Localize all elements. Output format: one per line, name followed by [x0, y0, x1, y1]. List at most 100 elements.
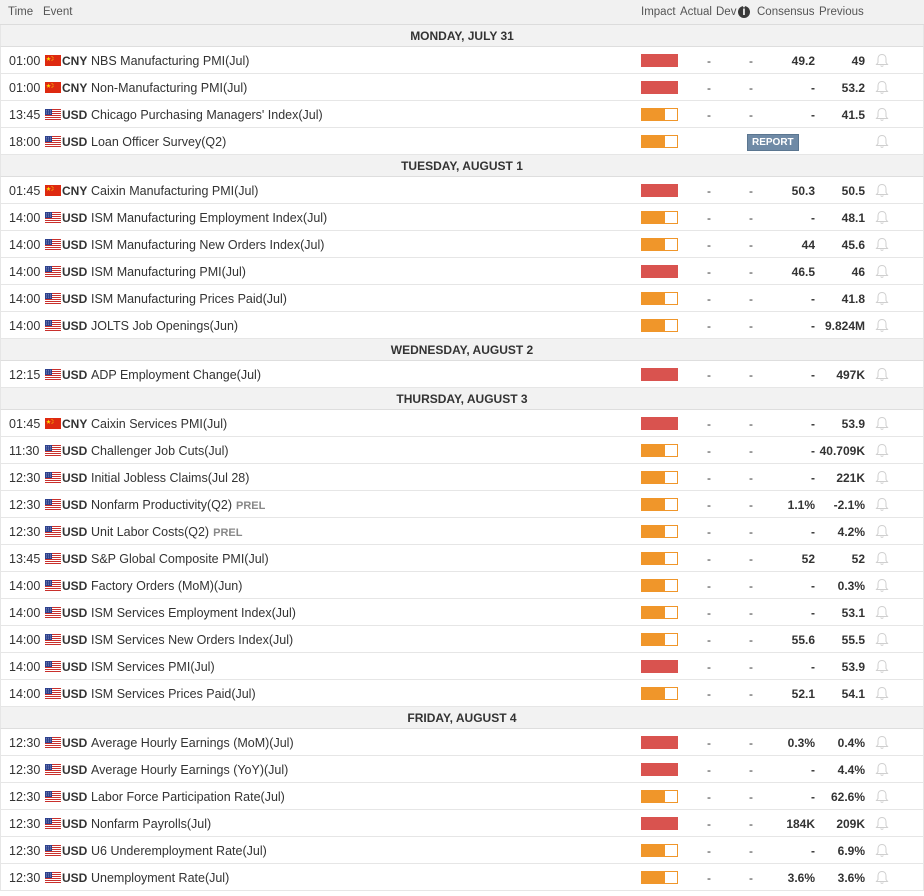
event-name[interactable]: Unemployment Rate(Jul) [91, 871, 229, 885]
event-name[interactable]: ISM Manufacturing Employment Index(Jul) [91, 211, 327, 225]
table-row[interactable]: 12:30 USD U6 Underemployment Rate(Jul) - - - 6… [0, 837, 924, 864]
table-row[interactable]: 12:30 USD Average Hourly Earnings (MoM)(Ju… [0, 729, 924, 756]
table-row[interactable]: 12:30 USD Average Hourly Earnings (YoY)(Ju… [0, 756, 924, 783]
event-title[interactable]: ISM Services PMI(Jul) [91, 660, 215, 674]
event-name[interactable]: Caixin Manufacturing PMI(Jul) [91, 184, 258, 198]
event-name[interactable]: ISM Services Prices Paid(Jul) [91, 687, 256, 701]
bell-icon[interactable] [875, 291, 889, 306]
bell-icon[interactable] [875, 735, 889, 750]
bell-icon[interactable] [875, 578, 889, 593]
table-row[interactable]: 14:00 USD ISM Manufacturing Prices Paid(Ju… [0, 285, 924, 312]
table-row[interactable]: 14:00 USD ISM Manufacturing Employment Ind… [0, 204, 924, 231]
event-name[interactable]: Average Hourly Earnings (MoM)(Jul) [91, 736, 294, 750]
bell-icon[interactable] [875, 210, 889, 225]
event-title[interactable]: Nonfarm Payrolls(Jul) [91, 817, 211, 831]
event-title[interactable]: JOLTS Job Openings(Jun) [91, 319, 238, 333]
bell-icon[interactable] [875, 686, 889, 701]
bell-icon[interactable] [875, 53, 889, 68]
event-title[interactable]: Labor Force Participation Rate(Jul) [91, 790, 285, 804]
table-row[interactable]: 14:00 USD ISM Services New Orders Index(Ju… [0, 626, 924, 653]
table-row[interactable]: 11:30 USD Challenger Job Cuts(Jul) - - -40.70… [0, 437, 924, 464]
bell-icon[interactable] [875, 551, 889, 566]
event-title[interactable]: Average Hourly Earnings (MoM)(Jul) [91, 736, 294, 750]
bell-icon[interactable] [875, 134, 889, 149]
event-title[interactable]: Loan Officer Survey(Q2) [91, 135, 226, 149]
bell-icon[interactable] [875, 843, 889, 858]
event-title[interactable]: ISM Manufacturing Prices Paid(Jul) [91, 292, 287, 306]
table-row[interactable]: 12:30 USD Nonfarm Payrolls(Jul) - - 184K 209K [0, 810, 924, 837]
table-row[interactable]: 12:30 USD Unemployment Rate(Jul) - - 3.6% 3.6% [0, 864, 924, 891]
table-row[interactable]: 12:30 USD Initial Jobless Claims(Jul 28) - -… [0, 464, 924, 491]
bell-icon[interactable] [875, 632, 889, 647]
event-name[interactable]: U6 Underemployment Rate(Jul) [91, 844, 267, 858]
event-name[interactable]: Factory Orders (MoM)(Jun) [91, 579, 242, 593]
table-row[interactable]: 12:15 USD ADP Employment Change(Jul) - - - 497… [0, 361, 924, 388]
bell-icon[interactable] [875, 107, 889, 122]
bell-icon[interactable] [875, 497, 889, 512]
table-row[interactable]: 01:00 CNY Non-Manufacturing PMI(Jul) - - - 53.… [0, 74, 924, 101]
event-name[interactable]: ISM Services Employment Index(Jul) [91, 606, 296, 620]
bell-icon[interactable] [875, 816, 889, 831]
event-name[interactable]: Challenger Job Cuts(Jul) [91, 444, 229, 458]
table-row[interactable]: 01:00 CNY NBS Manufacturing PMI(Jul) - - 49.2… [0, 47, 924, 74]
bell-icon[interactable] [875, 762, 889, 777]
event-title[interactable]: NBS Manufacturing PMI(Jul) [91, 54, 249, 68]
event-title[interactable]: Factory Orders (MoM)(Jun) [91, 579, 242, 593]
event-title[interactable]: Initial Jobless Claims(Jul 28) [91, 471, 249, 485]
bell-icon[interactable] [875, 416, 889, 431]
event-name[interactable]: NBS Manufacturing PMI(Jul) [91, 54, 249, 68]
event-title[interactable]: U6 Underemployment Rate(Jul) [91, 844, 267, 858]
table-row[interactable]: 14:00 USD ISM Manufacturing PMI(Jul) - - 46.5… [0, 258, 924, 285]
event-name[interactable]: ISM Manufacturing PMI(Jul) [91, 265, 246, 279]
impact-column-header[interactable]: Impact [641, 6, 676, 18]
event-name[interactable]: ISM Services PMI(Jul) [91, 660, 215, 674]
event-name[interactable]: Non-Manufacturing PMI(Jul) [91, 81, 247, 95]
event-name[interactable]: JOLTS Job Openings(Jun) [91, 319, 238, 333]
event-name[interactable]: ISM Manufacturing Prices Paid(Jul) [91, 292, 287, 306]
event-title[interactable]: ISM Services New Orders Index(Jul) [91, 633, 293, 647]
bell-icon[interactable] [875, 659, 889, 674]
bell-icon[interactable] [875, 264, 889, 279]
event-name[interactable]: Initial Jobless Claims(Jul 28) [91, 471, 249, 485]
bell-icon[interactable] [875, 80, 889, 95]
table-row[interactable]: 01:45 CNY Caixin Services PMI(Jul) - - - 53.9 [0, 410, 924, 437]
event-name[interactable]: Nonfarm Productivity(Q2) PREL [91, 498, 265, 512]
actual-column-header[interactable]: Actual [680, 6, 712, 18]
table-row[interactable]: 13:45 USD S&P Global Composite PMI(Jul) - - 5… [0, 545, 924, 572]
bell-icon[interactable] [875, 870, 889, 885]
table-row[interactable]: 14:00 USD ISM Manufacturing New Orders Ind… [0, 231, 924, 258]
event-title[interactable]: ADP Employment Change(Jul) [91, 368, 261, 382]
table-row[interactable]: 01:45 CNY Caixin Manufacturing PMI(Jul) - - 5… [0, 177, 924, 204]
table-row[interactable]: 12:30 USD Unit Labor Costs(Q2) PREL - - - 4.2% [0, 518, 924, 545]
event-name[interactable]: Chicago Purchasing Managers' Index(Jul) [91, 108, 323, 122]
report-badge[interactable]: REPORT [747, 134, 799, 151]
table-row[interactable]: 18:00 USD Loan Officer Survey(Q2) REPORT [0, 128, 924, 155]
event-name[interactable]: S&P Global Composite PMI(Jul) [91, 552, 269, 566]
event-title[interactable]: Unemployment Rate(Jul) [91, 871, 229, 885]
consensus-column-header[interactable]: Consensus [757, 6, 815, 18]
event-title[interactable]: Caixin Manufacturing PMI(Jul) [91, 184, 258, 198]
bell-icon[interactable] [875, 470, 889, 485]
bell-icon[interactable] [875, 524, 889, 539]
event-name[interactable]: Labor Force Participation Rate(Jul) [91, 790, 285, 804]
event-name[interactable]: ISM Manufacturing New Orders Index(Jul) [91, 238, 324, 252]
info-icon[interactable]: i [738, 6, 750, 18]
event-title[interactable]: ISM Manufacturing PMI(Jul) [91, 265, 246, 279]
table-row[interactable]: 14:00 USD ISM Services Employment Index(Ju… [0, 599, 924, 626]
event-name[interactable]: Average Hourly Earnings (YoY)(Jul) [91, 763, 288, 777]
bell-icon[interactable] [875, 237, 889, 252]
event-title[interactable]: Unit Labor Costs(Q2) [91, 525, 209, 539]
table-row[interactable]: 12:30 USD Labor Force Participation Rate(J… [0, 783, 924, 810]
event-name[interactable]: Loan Officer Survey(Q2) [91, 135, 226, 149]
event-title[interactable]: ISM Manufacturing New Orders Index(Jul) [91, 238, 324, 252]
event-name[interactable]: ADP Employment Change(Jul) [91, 368, 261, 382]
dev-column-header[interactable]: Dev [716, 6, 736, 18]
table-row[interactable]: 12:30 USD Nonfarm Productivity(Q2) PREL - - 1.… [0, 491, 924, 518]
event-title[interactable]: ISM Services Employment Index(Jul) [91, 606, 296, 620]
event-title[interactable]: Average Hourly Earnings (YoY)(Jul) [91, 763, 288, 777]
table-row[interactable]: 14:00 USD JOLTS Job Openings(Jun) - - -9.824M [0, 312, 924, 339]
bell-icon[interactable] [875, 318, 889, 333]
event-name[interactable]: Unit Labor Costs(Q2) PREL [91, 525, 242, 539]
previous-column-header[interactable]: Previous [819, 6, 864, 18]
table-row[interactable]: 14:00 USD ISM Services Prices Paid(Jul) - - 5… [0, 680, 924, 707]
